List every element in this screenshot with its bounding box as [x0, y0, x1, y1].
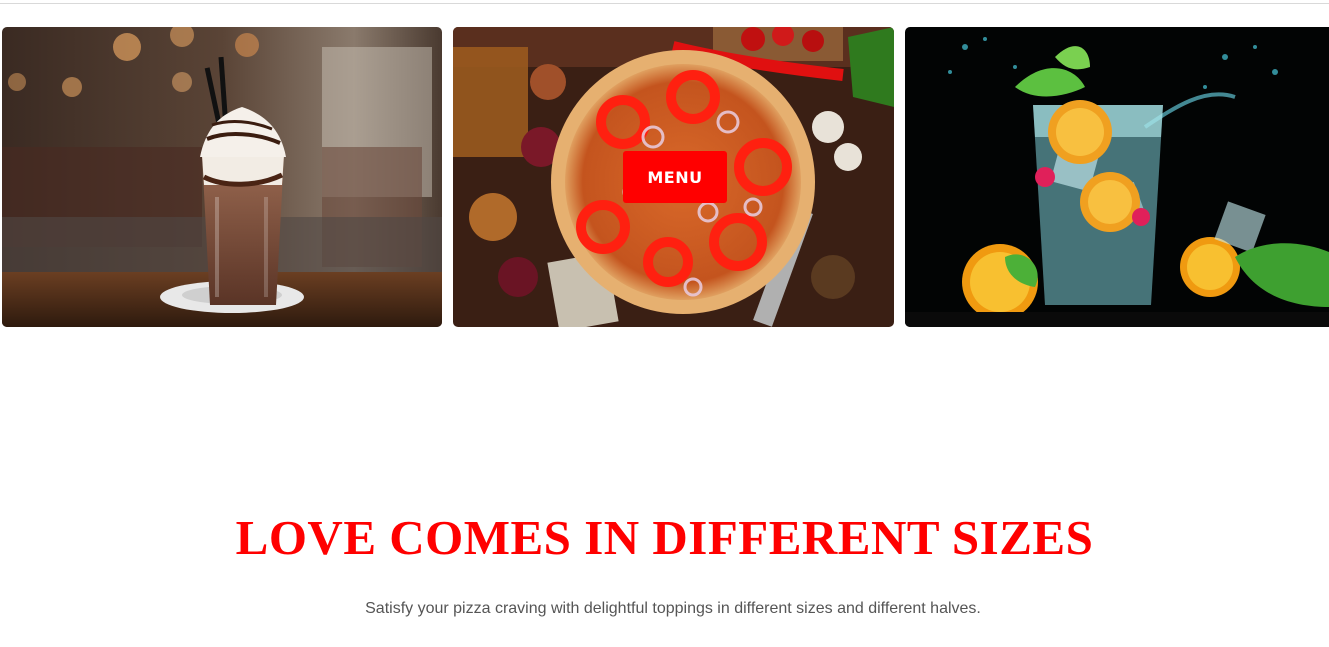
page-headline: LOVE COMES IN DIFFERENT SIZES [235, 510, 1094, 565]
menu-button[interactable]: MENU [623, 151, 727, 203]
gallery-tile-milkshake[interactable] [2, 27, 442, 327]
milkshake-image [2, 27, 442, 327]
gallery-tile-pizza[interactable]: MENU [453, 27, 894, 327]
image-gallery: MENU [2, 27, 1329, 327]
cocktail-image [905, 27, 1329, 327]
top-divider [0, 3, 1329, 4]
gallery-tile-cocktail[interactable] [905, 27, 1329, 327]
page-subtitle: Satisfy your pizza craving with delightf… [365, 600, 981, 617]
